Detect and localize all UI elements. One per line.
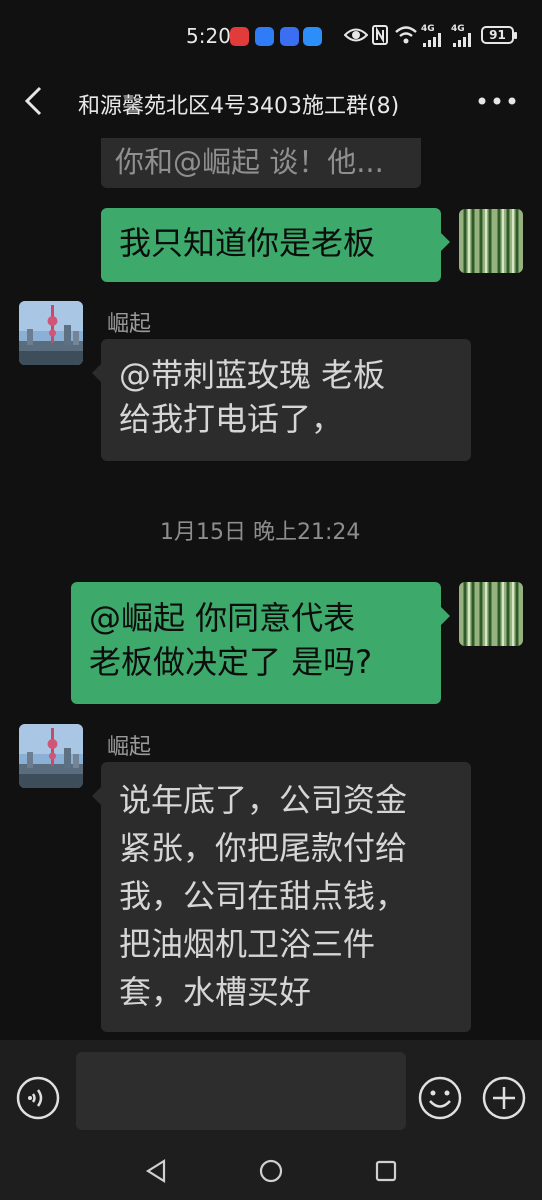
message-line: 说年底了，公司资金 bbox=[119, 781, 408, 819]
sender-name: 崛起 bbox=[107, 735, 152, 760]
back-arrow-icon[interactable] bbox=[22, 86, 44, 116]
message-input[interactable] bbox=[76, 1052, 406, 1130]
chat-timestamp: 1月15日 晚上21:24 bbox=[160, 520, 361, 545]
nfc-icon bbox=[372, 25, 388, 45]
bubble-tail bbox=[92, 787, 101, 805]
bubble-tail bbox=[441, 607, 450, 625]
message-bubble-self[interactable]: 我只知道你是老板 bbox=[101, 208, 441, 282]
message-notification-icon bbox=[303, 27, 322, 46]
eye-icon bbox=[344, 28, 368, 42]
nav-home-icon[interactable] bbox=[258, 1158, 284, 1184]
message-bubble[interactable]: 你和@崛起 谈！他... bbox=[101, 138, 421, 188]
add-more-icon[interactable] bbox=[482, 1076, 526, 1120]
self-avatar[interactable] bbox=[459, 209, 523, 273]
message-line: 老板做决定了 是吗? bbox=[89, 643, 373, 681]
message-line: 紧张，你把尾款付给 bbox=[119, 829, 408, 867]
voice-input-icon[interactable] bbox=[16, 1076, 60, 1120]
signal-icon bbox=[423, 33, 441, 47]
more-options-icon[interactable] bbox=[478, 97, 516, 105]
message-bubble-other[interactable]: 说年底了，公司资金 紧张，你把尾款付给 我，公司在甜点钱， 把油烟机卫浴三件 套… bbox=[101, 762, 471, 1032]
voice-notification-icon bbox=[280, 27, 299, 46]
wifi-icon bbox=[395, 26, 417, 44]
status-bar: 5:20 4G 4G 91 bbox=[0, 0, 542, 70]
app-notification-icon bbox=[255, 27, 274, 46]
message-line: @崛起 你同意代表 bbox=[89, 599, 356, 637]
chat-title: 和源馨苑北区4号3403施工群(8) bbox=[78, 94, 400, 119]
bubble-tail bbox=[441, 233, 450, 251]
message-line: 给我打电话了， bbox=[119, 400, 344, 438]
nav-back-icon[interactable] bbox=[144, 1158, 168, 1184]
bubble-tail bbox=[92, 364, 101, 382]
self-avatar[interactable] bbox=[459, 582, 523, 646]
sender-avatar[interactable] bbox=[19, 724, 83, 788]
message-line: 我，公司在甜点钱， bbox=[119, 877, 408, 915]
sender-name: 崛起 bbox=[107, 312, 152, 337]
battery-icon: 91 bbox=[481, 26, 517, 44]
sender-avatar[interactable] bbox=[19, 301, 83, 365]
message-bubble-other[interactable]: @带刺蓝玫瑰 老板 给我打电话了， bbox=[101, 339, 471, 461]
status-time: 5:20 bbox=[186, 24, 231, 48]
message-text: 你和@崛起 谈！他... bbox=[115, 145, 384, 179]
nav-recents-icon[interactable] bbox=[374, 1159, 398, 1183]
app-notification-icon bbox=[230, 27, 249, 46]
message-line: @带刺蓝玫瑰 老板 bbox=[119, 356, 386, 394]
message-bubble-self[interactable]: @崛起 你同意代表 老板做决定了 是吗? bbox=[71, 582, 441, 704]
signal-icon bbox=[453, 33, 471, 47]
emoji-icon[interactable] bbox=[418, 1076, 462, 1120]
message-line: 把油烟机卫浴三件 bbox=[119, 925, 376, 963]
message-line: 套，水槽买好 bbox=[119, 973, 312, 1011]
message-text: 我只知道你是老板 bbox=[119, 224, 376, 262]
